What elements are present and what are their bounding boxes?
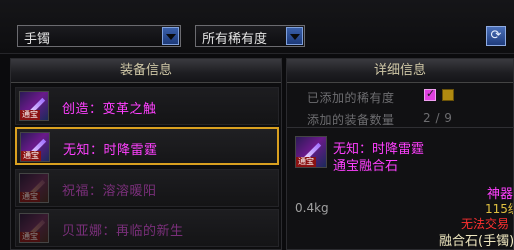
refresh-icon: ⟳ [490, 28, 502, 43]
added-count-value: 2 / 9 [423, 111, 453, 125]
rarity-epic-checkbox[interactable]: ✓ [424, 87, 436, 101]
fusion-text: 融合石(手镯) [439, 234, 514, 249]
detail-info-header: 详细信息 [287, 59, 513, 83]
equipment-list-item-selected[interactable]: 通宝 无知：时降雷霆 [15, 127, 279, 165]
divider [287, 127, 513, 128]
equipment-icon: 通宝 [20, 132, 50, 162]
tongbao-tag: 通宝 [20, 192, 40, 202]
equipment-info-header: 装备信息 [11, 59, 281, 83]
equipment-list-item[interactable]: 通宝 贝亚娜：再临的新生 [15, 209, 279, 247]
detail-info-panel: 详细信息 已添加的稀有度 ✓ 添加的装备数量 2 / 9 通宝 无知：时降雷霆 … [286, 58, 514, 250]
category-select[interactable]: 手镯 [17, 25, 181, 47]
equipment-icon: 通宝 [19, 213, 49, 243]
equipment-info-panel: 装备信息 通宝 创造：变革之触 通宝 无知：时降雷霆 通宝 祝福：溶溶暖阳 通宝… [10, 58, 282, 250]
equipment-icon: 通宝 [19, 173, 49, 203]
detail-equipment-icon: 通宝 [295, 136, 327, 168]
tongbao-tag: 通宝 [20, 110, 40, 120]
tongbao-tag: 通宝 [20, 232, 40, 242]
chevron-down-icon[interactable] [162, 27, 179, 45]
rarity-legendary-checkbox[interactable] [442, 89, 454, 101]
equipment-name: 创造：变革之触 [62, 102, 157, 117]
added-count-label: 添加的装备数量 [307, 113, 395, 127]
equipment-list-item[interactable]: 通宝 创造：变革之触 [15, 87, 279, 125]
category-select-value: 手镯 [24, 32, 51, 47]
equipment-icon: 通宝 [19, 91, 49, 121]
chevron-down-icon[interactable] [286, 27, 303, 45]
tongbao-tag: 通宝 [296, 157, 316, 167]
detail-equipment-type: 通宝融合石 [333, 159, 399, 174]
equipment-name: 祝福：溶溶暖阳 [62, 184, 157, 199]
toolbar: 手镯 所有稀有度 ⟳ [0, 0, 514, 54]
rarity-select[interactable]: 所有稀有度 [195, 25, 305, 47]
equipment-list-item[interactable]: 通宝 祝福：溶溶暖阳 [15, 169, 279, 207]
tongbao-tag: 通宝 [21, 151, 41, 161]
check-icon: ✓ [426, 87, 436, 100]
weight-text: 0.4kg [295, 201, 329, 215]
added-rarity-label: 已添加的稀有度 [307, 91, 395, 105]
rarity-select-value: 所有稀有度 [202, 32, 268, 47]
equipment-name: 无知：时降雷霆 [63, 143, 158, 158]
equipment-name: 贝亚娜：再临的新生 [62, 224, 184, 239]
refresh-button[interactable]: ⟳ [486, 26, 506, 46]
